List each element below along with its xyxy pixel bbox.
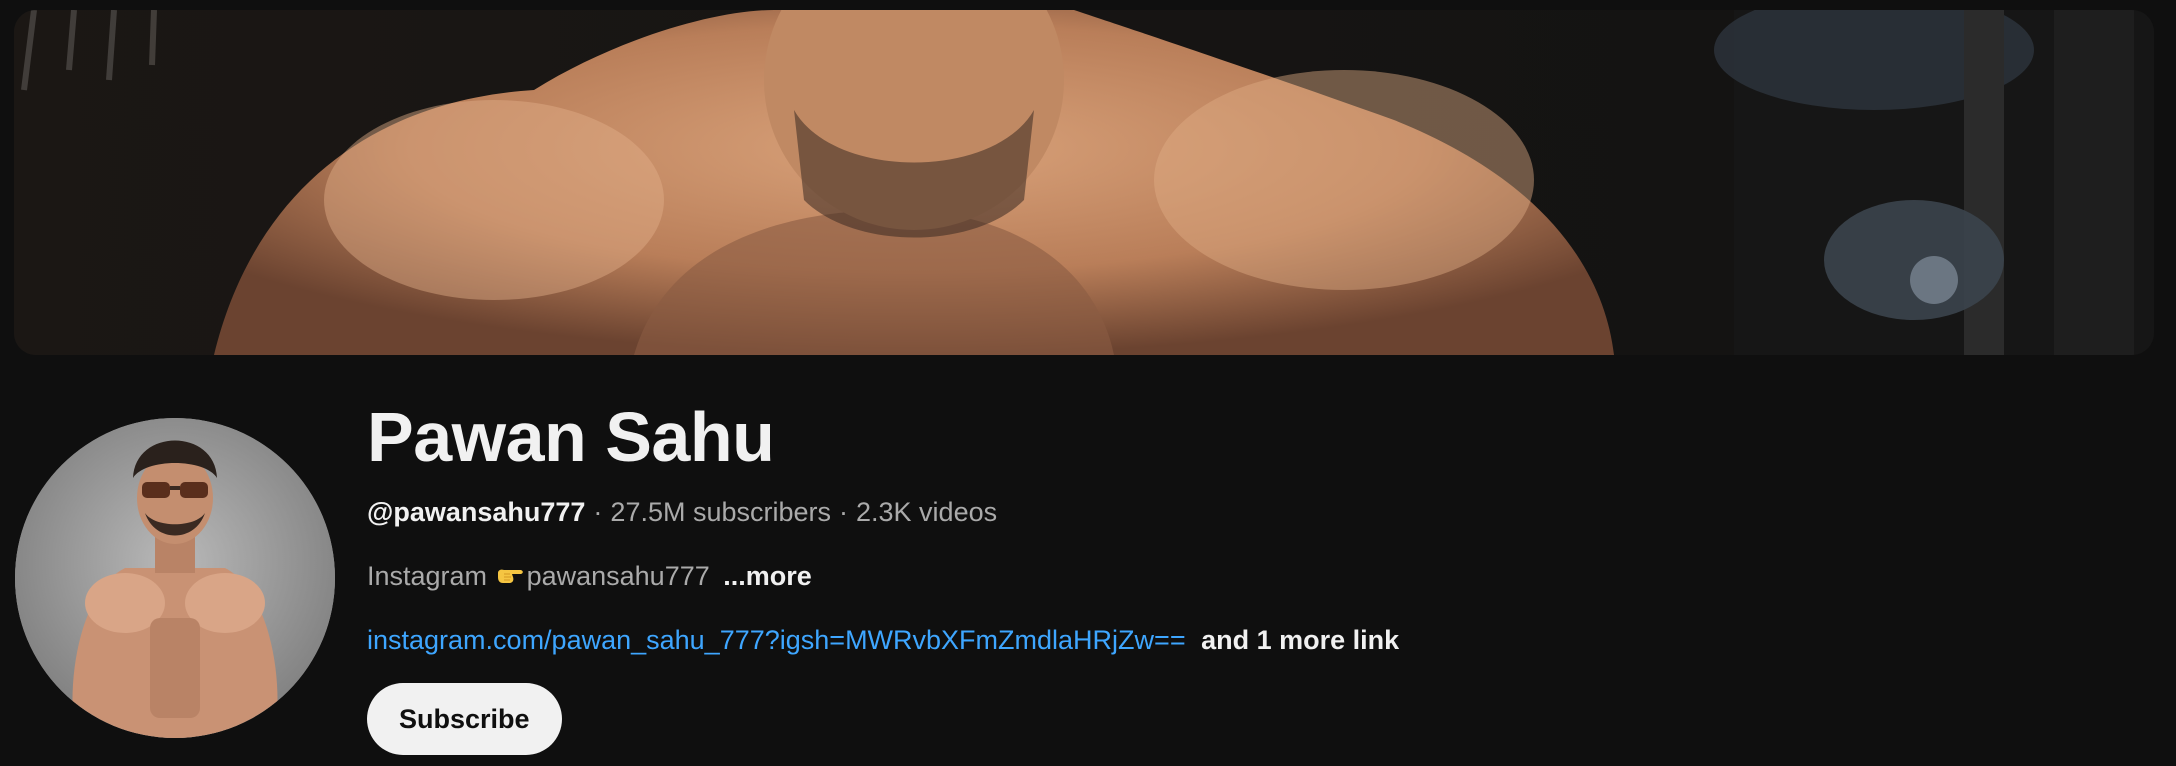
- video-count: 2.3K videos: [856, 497, 998, 527]
- channel-links: instagram.com/pawan_sahu_777?igsh=MWRvbX…: [367, 622, 2067, 658]
- banner-image: [14, 10, 2154, 355]
- channel-handle: @pawansahu777: [367, 497, 586, 527]
- channel-description[interactable]: Instagram pawansahu777 ...more: [367, 558, 2067, 594]
- channel-page: Pawan Sahu @pawansahu777 · 27.5M subscribe…: [0, 0, 2176, 766]
- description-prefix: Instagram: [367, 561, 488, 591]
- subscriber-count: 27.5M subscribers: [610, 497, 832, 527]
- more-links-button[interactable]: and 1 more link: [1201, 625, 1399, 655]
- avatar-image: [15, 418, 335, 738]
- description-text: pawansahu777: [526, 561, 710, 591]
- instagram-link[interactable]: instagram.com/pawan_sahu_777?igsh=MWRvbX…: [367, 625, 1186, 655]
- channel-meta: @pawansahu777 · 27.5M subscribers · 2.3K vid…: [367, 494, 2067, 530]
- channel-info: Pawan Sahu @pawansahu777 · 27.5M subscribe…: [367, 392, 2067, 658]
- pointing-right-hand-icon: [497, 569, 523, 583]
- channel-name: Pawan Sahu: [367, 398, 775, 476]
- description-more-button[interactable]: ...more: [723, 561, 812, 591]
- separator-dot: ·: [839, 497, 849, 527]
- channel-avatar[interactable]: [15, 418, 335, 738]
- separator-dot: ·: [593, 497, 603, 527]
- channel-banner: [14, 10, 2154, 355]
- subscribe-button[interactable]: Subscribe: [367, 683, 562, 755]
